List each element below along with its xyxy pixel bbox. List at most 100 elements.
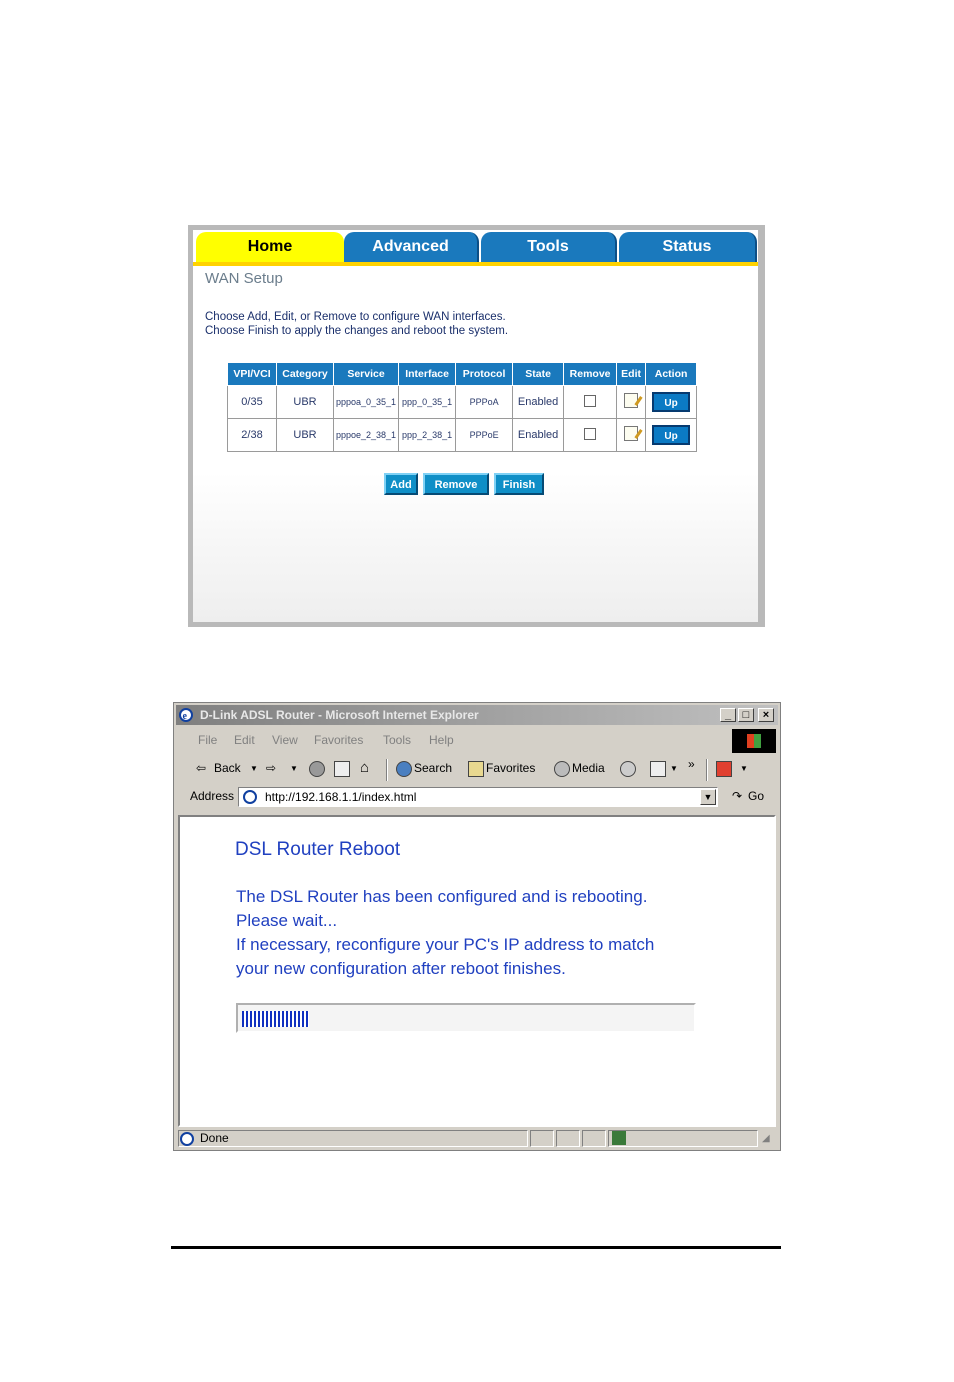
cell-interface: ppp_2_38_1 — [398, 418, 457, 452]
cell-action: Up — [645, 418, 698, 452]
wan-setup-panel: Home Advanced Tools Status WAN Setup Cho… — [193, 230, 758, 622]
address-input[interactable]: http://192.168.1.1/index.html ▼ — [238, 787, 718, 807]
cell-remove — [563, 418, 618, 452]
tab-advanced[interactable]: Advanced — [344, 232, 479, 262]
col-category: Category — [276, 362, 334, 386]
status-panel — [582, 1130, 606, 1147]
search-icon[interactable] — [396, 761, 412, 777]
col-service: Service — [332, 362, 400, 386]
svg-text:e: e — [183, 711, 188, 722]
up-button[interactable]: Up — [652, 392, 691, 412]
cell-category: UBR — [276, 418, 334, 452]
col-action: Action — [645, 362, 698, 386]
back-dropdown-icon[interactable]: ▼ — [250, 764, 258, 773]
back-arrow-icon[interactable]: ⇦ — [196, 761, 206, 775]
acrobat-icon[interactable] — [716, 761, 732, 777]
standard-toolbar: ⇦ Back ▼ ⇨ ▼ ⌂ Search Favorites Media ▼ … — [176, 755, 778, 783]
forward-dropdown-icon[interactable]: ▼ — [290, 764, 298, 773]
reboot-message: The DSL Router has been configured and i… — [236, 885, 706, 981]
cell-vpivci: 0/35 — [227, 385, 277, 419]
history-icon[interactable] — [620, 761, 636, 777]
address-dropdown-icon[interactable]: ▼ — [700, 789, 716, 805]
reboot-msg-line-2: Please wait... — [236, 911, 338, 930]
status-panel — [556, 1130, 580, 1147]
mail-dropdown-icon[interactable]: ▼ — [670, 764, 678, 773]
cell-state: Enabled — [512, 385, 565, 419]
menu-tools[interactable]: Tools — [383, 733, 411, 747]
reboot-msg-line-1: The DSL Router has been configured and i… — [236, 887, 648, 906]
menu-help[interactable]: Help — [429, 733, 454, 747]
mail-icon[interactable] — [650, 761, 666, 777]
up-button[interactable]: Up — [652, 425, 691, 445]
tab-status[interactable]: Status — [619, 232, 757, 262]
address-label: Address — [190, 789, 235, 803]
minimize-icon[interactable]: _ — [720, 708, 736, 722]
finish-button[interactable]: Finish — [494, 473, 544, 495]
close-icon[interactable]: × — [758, 708, 774, 722]
favorites-icon[interactable] — [468, 761, 484, 777]
go-arrow-icon[interactable]: ↷ — [732, 789, 742, 803]
toolbar-separator — [706, 759, 708, 781]
page-divider-rule — [171, 1246, 781, 1249]
favorites-button[interactable]: Favorites — [486, 761, 535, 775]
media-button[interactable]: Media — [572, 761, 605, 775]
remove-checkbox[interactable] — [584, 394, 597, 407]
tab-tools[interactable]: Tools — [481, 232, 617, 262]
status-zone-panel — [608, 1130, 758, 1147]
page-description: Choose Add, Edit, or Remove to configure… — [205, 310, 508, 338]
col-edit: Edit — [616, 362, 647, 386]
go-button[interactable]: Go — [748, 789, 764, 803]
reboot-msg-line-3: If necessary, reconfigure your PC's IP a… — [236, 935, 655, 954]
desc-line-1: Choose Add, Edit, or Remove to configure… — [205, 311, 506, 323]
remove-checkbox[interactable] — [584, 427, 597, 440]
reboot-title: DSL Router Reboot — [235, 839, 401, 860]
maximize-icon[interactable]: □ — [738, 708, 754, 722]
toolbar-chevron-icon[interactable]: » — [688, 757, 695, 771]
edit-icon[interactable] — [624, 426, 639, 441]
cell-action: Up — [645, 385, 698, 419]
tab-home[interactable]: Home — [196, 232, 344, 262]
search-button[interactable]: Search — [414, 761, 452, 775]
reboot-progress-bar — [236, 1003, 696, 1033]
refresh-icon[interactable] — [334, 761, 350, 777]
edit-icon[interactable] — [624, 393, 639, 408]
wan-interface-table: VPI/VCI Category Service Interface Proto… — [227, 362, 698, 452]
cell-edit — [616, 385, 647, 419]
menu-bar: File Edit View Favorites Tools Help — [176, 729, 732, 751]
main-tab-bar: Home Advanced Tools Status — [193, 232, 758, 262]
cell-service: pppoa_0_35_1 — [332, 385, 400, 419]
cell-edit — [616, 418, 647, 452]
menu-favorites[interactable]: Favorites — [314, 733, 363, 747]
add-button[interactable]: Add — [384, 473, 418, 495]
progress-fill — [242, 1011, 309, 1027]
status-main-panel — [178, 1130, 528, 1147]
back-button[interactable]: Back — [214, 761, 241, 775]
forward-arrow-icon[interactable]: ⇨ — [266, 761, 276, 775]
windows-logo-icon — [732, 729, 776, 753]
stop-icon[interactable] — [309, 761, 325, 777]
media-icon[interactable] — [554, 761, 570, 777]
address-url: http://192.168.1.1/index.html — [265, 790, 417, 804]
browser-content: DSL Router Reboot The DSL Router has bee… — [178, 815, 776, 1127]
status-bar: Done ◢ — [176, 1129, 778, 1149]
menu-edit[interactable]: Edit — [234, 733, 255, 747]
ie-logo-icon: e — [179, 708, 193, 722]
remove-button[interactable]: Remove — [423, 473, 489, 495]
resize-grip-icon[interactable]: ◢ — [762, 1133, 770, 1144]
col-vpivci: VPI/VCI — [227, 362, 277, 386]
toolbar-separator — [386, 759, 388, 781]
cell-state: Enabled — [512, 418, 565, 452]
cell-remove — [563, 385, 618, 419]
table-row: 0/35 UBR pppoa_0_35_1 ppp_0_35_1 PPPoA E… — [227, 385, 698, 419]
table-header-row: VPI/VCI Category Service Interface Proto… — [227, 362, 698, 386]
status-panel — [530, 1130, 554, 1147]
reboot-msg-line-4: your new configuration after reboot fini… — [236, 959, 566, 978]
cell-category: UBR — [276, 385, 334, 419]
acrobat-dropdown-icon[interactable]: ▼ — [740, 764, 748, 773]
cell-protocol: PPPoA — [455, 385, 514, 419]
home-icon[interactable]: ⌂ — [360, 759, 369, 776]
wan-setup-screenshot: Home Advanced Tools Status WAN Setup Cho… — [188, 225, 765, 627]
menu-file[interactable]: File — [198, 733, 217, 747]
menu-view[interactable]: View — [272, 733, 298, 747]
col-remove: Remove — [563, 362, 618, 386]
